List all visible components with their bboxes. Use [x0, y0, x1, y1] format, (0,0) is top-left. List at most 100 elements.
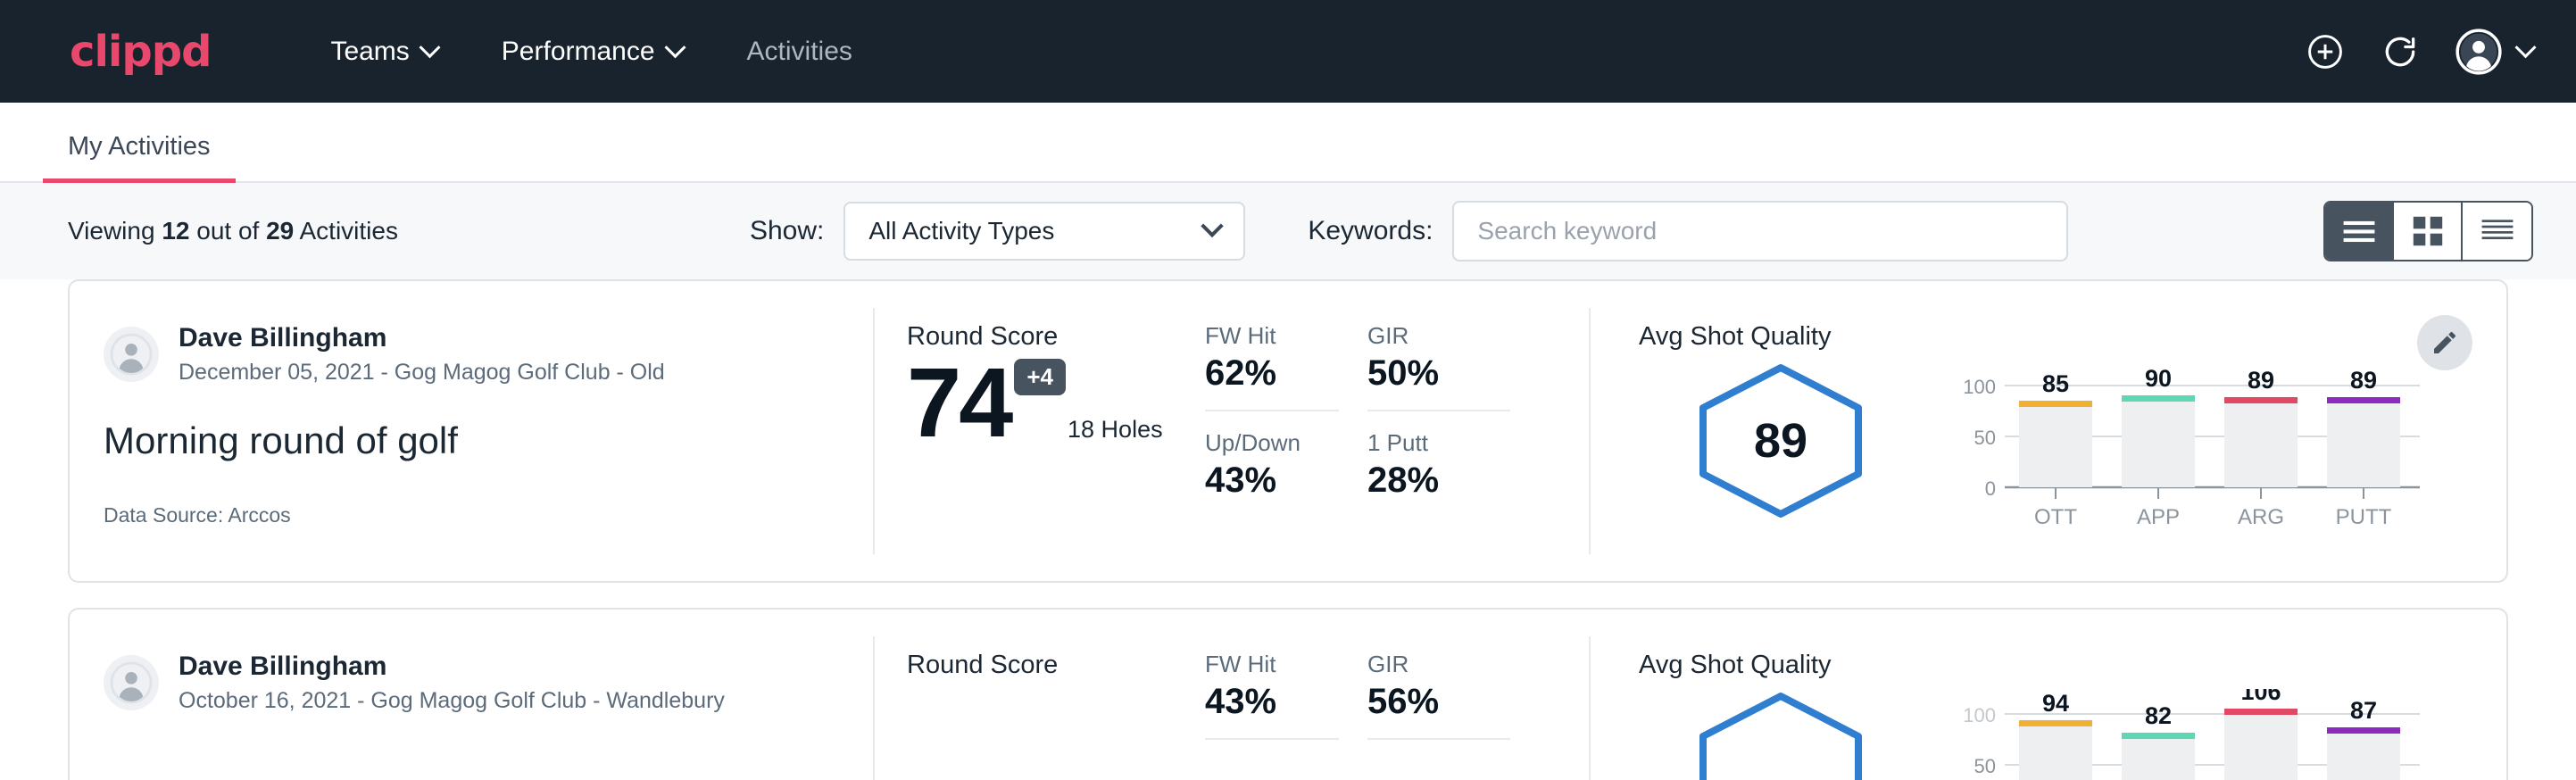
- activity-list: Dave Billingham December 05, 2021 - Gog …: [0, 279, 2576, 780]
- activity-meta: December 05, 2021 - Gog Magog Golf Club …: [179, 360, 665, 386]
- stat-up-down-value: 43%: [1205, 461, 1339, 501]
- activity-type-select[interactable]: All Activity Types: [843, 202, 1245, 261]
- stat-fw-hit-value: 43%: [1205, 682, 1339, 722]
- svg-text:89: 89: [2248, 367, 2274, 394]
- round-score-label: Round Score: [907, 651, 1205, 680]
- person-icon: [110, 661, 153, 704]
- shot-quality-bar-chart: 100 50 0 85 OTT 90 APP: [1933, 361, 2433, 539]
- stat-gir-label: GIR: [1367, 322, 1510, 350]
- shot-quality-chart: 100 50 0 94 82 106: [1933, 689, 2433, 780]
- avg-shot-quality-label: Avg Shot Quality: [1639, 322, 2506, 352]
- app-logo[interactable]: clippd: [70, 30, 211, 73]
- compact-view-button[interactable]: [2463, 203, 2531, 260]
- primary-nav: Teams Performance Activities: [298, 37, 884, 67]
- score-differential-badge: +4: [1014, 359, 1066, 395]
- activity-meta: October 16, 2021 - Gog Magog Golf Club -…: [179, 688, 725, 714]
- view-mode-toggle: [2323, 201, 2533, 261]
- stat-one-putt-value: 28%: [1367, 461, 1510, 501]
- activity-summary: Dave Billingham October 16, 2021 - Gog M…: [70, 610, 873, 780]
- activity-card[interactable]: Dave Billingham December 05, 2021 - Gog …: [68, 279, 2508, 583]
- stat-fw-hit: FW Hit 43%: [1205, 651, 1339, 740]
- activity-type-filter: Show: All Activity Types: [750, 202, 1245, 261]
- shot-quality-chart: 100 50 0 85 OTT 90 APP: [1933, 361, 2433, 544]
- round-stats-section: FW Hit 43% GIR 56%: [1205, 610, 1589, 780]
- stat-gir-label: GIR: [1367, 651, 1510, 678]
- svg-text:50: 50: [1974, 427, 1996, 449]
- stat-gir: GIR 50%: [1367, 322, 1510, 411]
- search-input[interactable]: [1452, 201, 2068, 261]
- quality-score-value: 89: [1689, 413, 1873, 469]
- grid-view-button[interactable]: [2394, 203, 2463, 260]
- svg-text:87: 87: [2350, 697, 2377, 724]
- data-source: Data Source: Arccos: [104, 503, 873, 527]
- svg-text:APP: APP: [2137, 505, 2180, 529]
- tab-my-activities[interactable]: My Activities: [43, 132, 236, 181]
- keywords-label: Keywords:: [1308, 216, 1433, 246]
- stat-gir-value: 50%: [1367, 353, 1510, 394]
- stat-one-putt: 1 Putt 28%: [1367, 429, 1510, 504]
- svg-text:PUTT: PUTT: [2336, 505, 2392, 529]
- activity-author: Dave Billingham October 16, 2021 - Gog M…: [104, 651, 873, 714]
- nav-actions: [2306, 29, 2533, 75]
- top-navigation-bar: clippd Teams Performance Activities: [0, 0, 2576, 103]
- chevron-down-icon: [419, 37, 440, 58]
- round-stats-section: FW Hit 62% GIR 50% Up/Down 43% 1 Putt 28…: [1205, 281, 1589, 581]
- activity-card[interactable]: Dave Billingham October 16, 2021 - Gog M…: [68, 608, 2508, 780]
- svg-text:89: 89: [2350, 367, 2377, 394]
- refresh-icon[interactable]: [2381, 32, 2420, 71]
- nav-item-teams-label: Teams: [330, 37, 409, 67]
- tab-my-activities-label: My Activities: [68, 132, 211, 161]
- svg-text:85: 85: [2042, 370, 2069, 397]
- round-score-section: Round Score: [875, 610, 1205, 780]
- svg-text:100: 100: [1963, 704, 1996, 726]
- avatar-icon: [2456, 29, 2502, 75]
- list-view-button[interactable]: [2325, 203, 2394, 260]
- compact-list-icon: [2480, 217, 2514, 245]
- keyword-filter: Keywords:: [1308, 201, 2068, 261]
- stat-fw-hit-label: FW Hit: [1205, 322, 1339, 350]
- stat-gir-value: 56%: [1367, 682, 1510, 722]
- results-count-suffix: Activities: [294, 217, 398, 245]
- svg-text:94: 94: [2042, 690, 2069, 717]
- avg-shot-quality-section: Avg Shot Quality 100 50 0: [1591, 610, 2506, 780]
- nav-item-performance-label: Performance: [502, 37, 655, 67]
- edit-activity-button[interactable]: [2417, 315, 2472, 370]
- stat-fw-hit-value: 62%: [1205, 353, 1339, 394]
- results-count-prefix: Viewing: [68, 217, 162, 245]
- activity-summary: Dave Billingham December 05, 2021 - Gog …: [70, 281, 873, 581]
- avg-shot-quality-label: Avg Shot Quality: [1639, 651, 2506, 680]
- results-count-shown: 12: [162, 217, 189, 245]
- add-icon[interactable]: [2306, 32, 2345, 71]
- round-score-value: 74: [907, 357, 1010, 451]
- activity-type-value: All Activity Types: [868, 217, 1054, 245]
- nav-item-teams[interactable]: Teams: [298, 37, 469, 67]
- round-score-section: Round Score 74 +4 18 Holes: [875, 281, 1205, 581]
- player-name: Dave Billingham: [179, 651, 725, 683]
- stat-gir: GIR 56%: [1367, 651, 1510, 740]
- user-menu[interactable]: [2456, 29, 2533, 75]
- svg-text:90: 90: [2145, 365, 2172, 392]
- shot-quality-bar-chart: 100 50 0 94 82 106: [1933, 689, 2433, 780]
- results-count: Viewing 12 out of 29 Activities: [68, 217, 398, 245]
- person-icon: [110, 333, 153, 376]
- nav-item-performance[interactable]: Performance: [469, 37, 715, 67]
- stat-up-down: Up/Down 43%: [1205, 429, 1339, 504]
- player-name: Dave Billingham: [179, 322, 665, 354]
- svg-text:0: 0: [1985, 477, 1996, 500]
- stat-one-putt-label: 1 Putt: [1367, 429, 1510, 457]
- svg-text:OTT: OTT: [2034, 505, 2077, 529]
- nav-item-activities[interactable]: Activities: [715, 37, 885, 67]
- quality-hexagon: 89: [1689, 361, 1873, 521]
- chevron-down-icon: [664, 37, 686, 58]
- avatar: [104, 327, 159, 382]
- show-label: Show:: [750, 216, 824, 246]
- avg-shot-quality-section: Avg Shot Quality 89 100: [1591, 281, 2506, 581]
- nav-item-activities-label: Activities: [747, 37, 852, 67]
- quality-hexagon: [1689, 689, 1873, 780]
- grid-icon: [2412, 215, 2444, 247]
- pencil-icon: [2431, 328, 2459, 357]
- results-count-mid: out of: [189, 217, 266, 245]
- results-count-total: 29: [266, 217, 294, 245]
- svg-text:ARG: ARG: [2238, 505, 2284, 529]
- list-icon: [2342, 218, 2376, 245]
